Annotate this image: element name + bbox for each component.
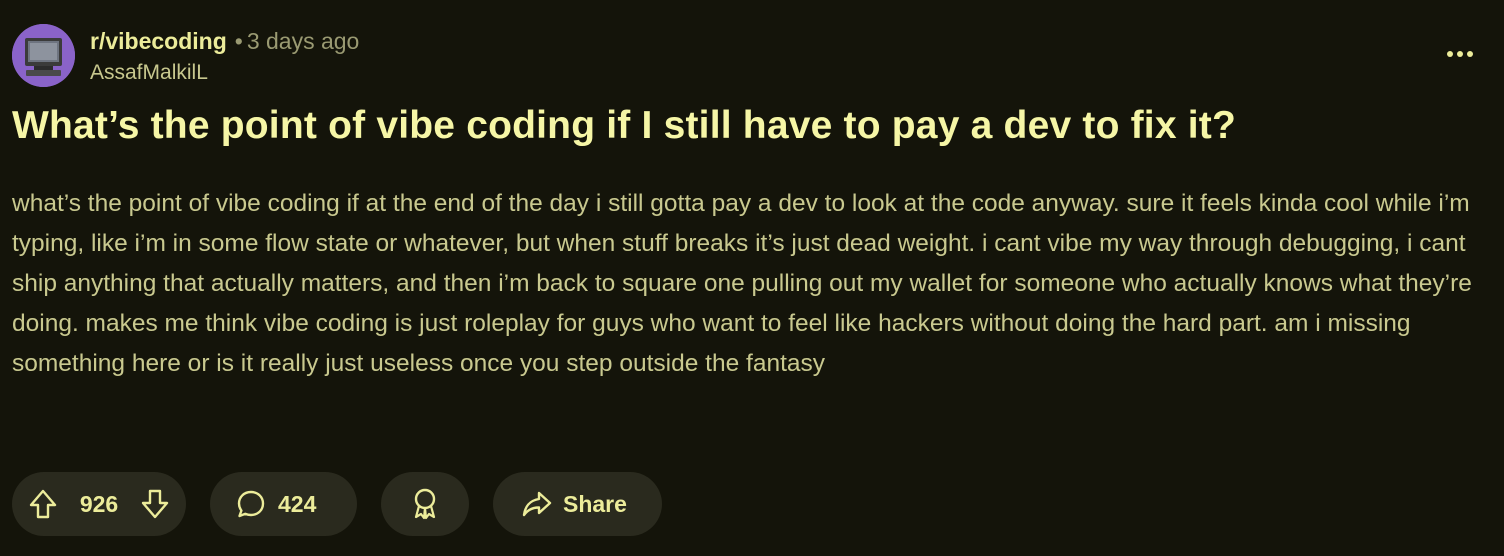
post-meta: r/vibecoding • 3 days ago (90, 26, 359, 56)
comment-bubble-icon (236, 489, 266, 519)
upvote-button[interactable] (28, 488, 58, 520)
award-ribbon-icon (410, 487, 440, 521)
post-body: what’s the point of vibe coding if at th… (12, 190, 1472, 377)
subreddit-avatar[interactable] (12, 24, 75, 87)
more-dot (1467, 51, 1473, 57)
author-link[interactable]: AssafMalkilL (90, 58, 208, 88)
award-button[interactable] (381, 472, 469, 536)
post-title[interactable]: What’s the point of vibe coding if I sti… (12, 100, 1492, 152)
downvote-button[interactable] (140, 488, 170, 520)
share-label: Share (563, 490, 627, 517)
share-button[interactable]: Share (493, 472, 662, 536)
subreddit-link[interactable]: r/vibecoding (90, 28, 227, 54)
upvote-arrow-icon (29, 489, 57, 519)
downvote-arrow-icon (141, 489, 169, 519)
vote-control: 926 (12, 472, 186, 536)
comments-button[interactable]: 424 (210, 472, 357, 536)
comment-count: 424 (278, 490, 317, 517)
share-arrow-icon (521, 489, 553, 519)
computer-icon (12, 24, 75, 87)
post-time: 3 days ago (246, 28, 360, 54)
post-card: r/vibecoding • 3 days ago AssafMalkilL Wha… (0, 0, 1504, 556)
more-options-button[interactable] (1438, 36, 1482, 72)
meta-separator: • (234, 28, 243, 54)
action-bar: 926 424 Share (12, 472, 662, 536)
more-dot (1457, 51, 1463, 57)
vote-score: 926 (79, 490, 119, 517)
more-dot (1447, 51, 1453, 57)
